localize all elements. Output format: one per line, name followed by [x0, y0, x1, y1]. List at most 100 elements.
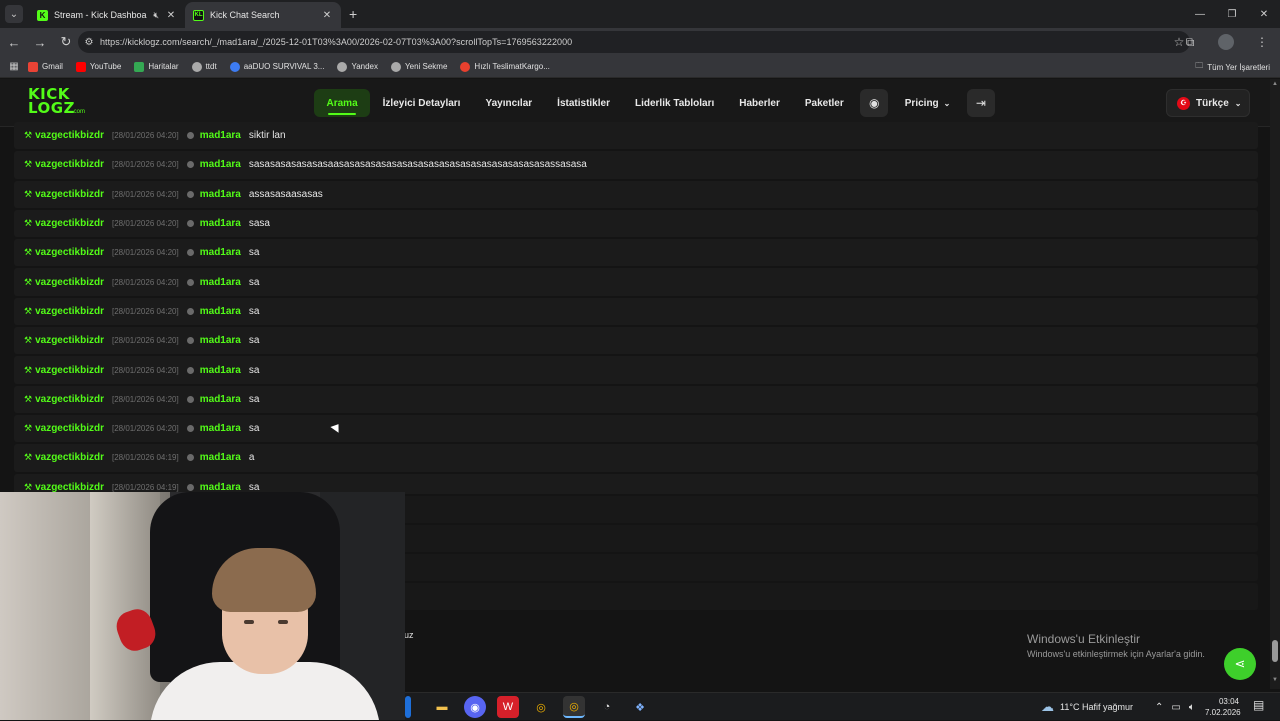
channel-name[interactable]: vazgectikbizdr — [35, 394, 104, 405]
partial-text: uz — [404, 630, 414, 640]
discord-icon[interactable]: ◉ — [860, 89, 889, 117]
nav-liderlik-tablolari[interactable]: Liderlik Tabloları — [622, 89, 726, 117]
username[interactable]: mad1ara — [200, 189, 241, 200]
channel-name[interactable]: vazgectikbizdr — [35, 365, 104, 376]
close-window-icon[interactable]: ✕ — [1248, 0, 1280, 28]
bookmark-gmail[interactable]: Gmail — [28, 61, 63, 72]
nav-yayincilar[interactable]: Yayıncılar — [473, 89, 545, 117]
app-icon[interactable]: ❖ — [629, 696, 651, 718]
channel-name[interactable]: vazgectikbizdr — [35, 277, 104, 288]
menu-kebab-icon[interactable]: ⋮ — [1244, 35, 1280, 49]
channel-name[interactable]: vazgectikbizdr — [35, 423, 104, 434]
channel-name[interactable]: vazgectikbizdr — [35, 306, 104, 317]
display-icon[interactable]: ▭ — [1171, 702, 1180, 713]
username[interactable]: mad1ara — [200, 130, 241, 141]
file-explorer-icon[interactable]: ▬ — [431, 696, 453, 718]
bookmark-aaduo[interactable]: aaDUO SURVIVAL 3... — [229, 61, 324, 72]
address-bar[interactable]: ⚙ https://kicklogz.com/search/_/mad1ara/… — [78, 31, 1190, 53]
channel-name[interactable]: vazgectikbizdr — [35, 189, 104, 200]
bookmark-ttdt[interactable]: ttdt — [191, 61, 217, 72]
username[interactable]: mad1ara — [200, 218, 241, 229]
message-text: sa — [248, 335, 260, 347]
minimize-icon[interactable]: — — [1184, 0, 1216, 28]
speaker-icon[interactable]: 🔈︎ — [1189, 702, 1195, 713]
all-bookmarks-folder[interactable]: 🗀︎ Tüm Yer İşaretleri — [1195, 56, 1270, 78]
apps-grid-icon[interactable]: ▦ — [0, 61, 28, 72]
bookmark-yeni-sekme[interactable]: Yeni Sekme — [391, 61, 447, 72]
clock-date: 7.02.2026 — [1205, 708, 1241, 717]
channel-name[interactable]: vazgectikbizdr — [35, 159, 104, 170]
profile-avatar[interactable] — [1218, 34, 1234, 50]
bookmark-yandex[interactable]: Yandex — [337, 61, 379, 72]
channel-name[interactable]: vazgectikbizdr — [35, 335, 104, 346]
folder-icon: 🗀︎ — [1195, 61, 1204, 70]
obs-icon[interactable]: ◔ — [596, 696, 618, 718]
channel-name[interactable]: vazgectikbizdr — [35, 452, 104, 463]
wps-office-icon[interactable]: W — [497, 696, 519, 718]
gmail-icon — [28, 61, 38, 72]
weather-text: 11°C Hafif yağmur — [1060, 702, 1133, 712]
tab-kick-dashboard[interactable]: K Stream - Kick Dashboard 🔇︎ ✕ — [29, 2, 185, 28]
username[interactable]: mad1ara — [200, 159, 241, 170]
tab-kick-chat-search[interactable]: KL Kick Chat Search ✕ — [185, 2, 341, 28]
bookmark-youtube[interactable]: YouTube — [75, 61, 121, 72]
username[interactable]: mad1ara — [200, 394, 241, 405]
nav-haberler[interactable]: Haberler — [727, 89, 793, 117]
scroll-down-icon[interactable]: ▼ — [1270, 677, 1280, 683]
nav-pricing[interactable]: Pricing ⌄ — [892, 89, 963, 117]
taskbar-apps: ▬ ◉ W ◎ ◎ ◔ ❖ — [405, 693, 662, 721]
username[interactable]: mad1ara — [200, 423, 241, 434]
bookmark-label: Yandex — [351, 62, 379, 71]
page-scrollbar[interactable]: ▲ ▼ — [1270, 79, 1280, 689]
close-tab-icon[interactable]: ✕ — [165, 10, 177, 21]
username[interactable]: mad1ara — [200, 277, 241, 288]
username[interactable]: mad1ara — [200, 335, 241, 346]
channel-pickaxe-icon: ⚒ — [24, 364, 33, 375]
language-selector[interactable]: ☪ Türkçe ⌄ — [1166, 89, 1250, 117]
restore-icon[interactable]: ❐ — [1216, 0, 1248, 28]
muted-speaker-icon[interactable]: 🔇︎ — [153, 10, 159, 21]
message-timestamp: [28/01/2026 04:20] — [112, 277, 179, 287]
username[interactable]: mad1ara — [200, 452, 241, 463]
nav-arama[interactable]: Arama — [314, 89, 371, 117]
nav-istatistikler[interactable]: İstatistikler — [545, 89, 623, 117]
tab-search-button[interactable]: ⌄ — [5, 5, 23, 23]
app-icon[interactable] — [405, 696, 411, 718]
user-avatar-dot — [186, 307, 194, 315]
weather-widget[interactable]: ☁ 11°C Hafif yağmur — [1041, 693, 1133, 721]
site-info-icon[interactable]: ⚙ — [78, 37, 100, 48]
chrome-icon[interactable]: ◎ — [530, 696, 552, 718]
discord-app-icon[interactable]: ◉ — [464, 696, 486, 718]
reload-icon[interactable]: ↻ — [54, 30, 78, 54]
username[interactable]: mad1ara — [200, 306, 241, 317]
channel-pickaxe-icon: ⚒ — [24, 159, 33, 170]
channel-name[interactable]: vazgectikbizdr — [35, 247, 104, 258]
url-text[interactable]: https://kicklogz.com/search/_/mad1ara/_/… — [100, 37, 1168, 47]
chevron-up-icon[interactable]: ⌃ — [1155, 702, 1163, 713]
nav-paketler[interactable]: Paketler — [792, 89, 856, 117]
scroll-up-icon[interactable]: ▲ — [1270, 81, 1280, 87]
channel-name[interactable]: vazgectikbizdr — [35, 218, 104, 229]
close-tab-icon[interactable]: ✕ — [321, 10, 333, 21]
chat-log-row: ⚒ vazgectikbizdr [28/01/2026 04:19] mad1ara… — [14, 444, 1258, 472]
login-icon[interactable]: ⇥ — [966, 89, 995, 117]
new-tab-icon[interactable]: + — [349, 6, 357, 22]
chrome-active-icon[interactable]: ◎ — [563, 696, 585, 718]
notification-icon[interactable]: ▤ — [1253, 698, 1264, 712]
username[interactable]: mad1ara — [200, 365, 241, 376]
kicklogz-logo[interactable]: KICK LOGZ .com — [28, 87, 90, 119]
extensions-icon[interactable]: ⧉ — [1172, 35, 1208, 50]
bookmark-label: Gmail — [42, 62, 63, 71]
forward-arrow-icon[interactable]: → — [28, 30, 52, 54]
bookmark-haritalar[interactable]: Haritalar — [134, 61, 179, 72]
share-icon[interactable]: ⋖ — [1224, 648, 1256, 680]
bookmark-hizli-teslimat[interactable]: Hızlı TeslimatKargo... — [460, 61, 550, 72]
back-arrow-icon[interactable]: ← — [2, 30, 26, 54]
channel-name[interactable]: vazgectikbizdr — [35, 130, 104, 141]
user-avatar-dot — [186, 278, 194, 286]
username[interactable]: mad1ara — [200, 247, 241, 258]
channel-pickaxe-icon: ⚒ — [24, 305, 33, 316]
nav-izleyici-detaylari[interactable]: İzleyici Detayları — [370, 89, 473, 117]
scrollbar-thumb[interactable] — [1272, 640, 1278, 662]
taskbar-clock[interactable]: 03:04 7.02.2026 — [1205, 696, 1241, 718]
